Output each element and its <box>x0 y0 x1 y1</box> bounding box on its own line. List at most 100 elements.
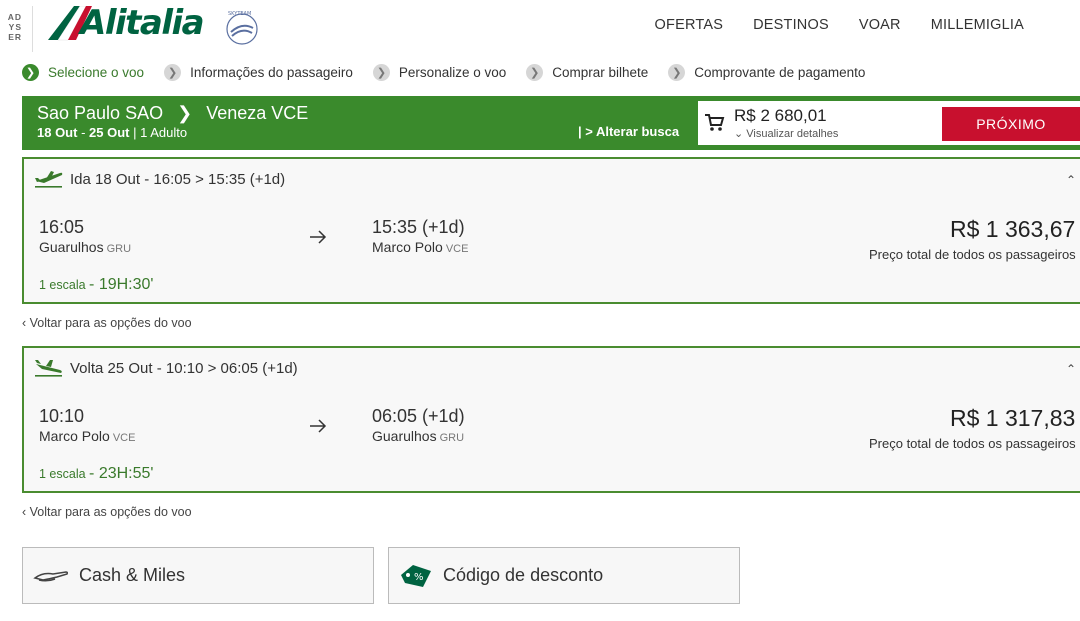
view-details-link[interactable]: ⌄ Visualizar detalhes <box>734 127 838 140</box>
route-origin: Sao Paulo SAO <box>37 103 164 123</box>
collapse-caret-icon[interactable]: ⌃ <box>1066 362 1076 376</box>
cash-and-miles-button[interactable]: Cash & Miles <box>22 547 374 604</box>
chevron-right-icon: ❯ <box>22 63 39 81</box>
nav-ofertas[interactable]: OFERTAS <box>655 17 724 33</box>
skyteam-logo-icon: SKYTEAM <box>226 11 258 45</box>
step-label: Informações do passageiro <box>190 64 353 80</box>
return-price: R$ 1 317,83 <box>950 405 1076 431</box>
change-search-link[interactable]: | > Alterar busca <box>578 124 679 139</box>
total-price: R$ 2 680,01 <box>734 106 827 125</box>
departure-airport: Marco Polo VCE <box>39 428 135 444</box>
date-return: 25 Out <box>89 125 130 140</box>
route-dates: 18 Out - 25 Out | 1 Adulto <box>37 125 187 140</box>
outbound-flight-header[interactable]: Ida 18 Out - 16:05 > 15:35 (+1d) <box>34 170 285 188</box>
step-label: Comprar bilhete <box>552 64 649 80</box>
back-link-label: Voltar para as opções do voo <box>29 316 192 330</box>
arrival-code: GRU <box>439 432 465 444</box>
svg-text:%: % <box>414 572 424 583</box>
nav-voar[interactable]: VOAR <box>859 17 901 33</box>
partner-logo-line: YS <box>8 22 22 32</box>
departure-code: GRU <box>106 243 132 255</box>
chevron-left-icon: ‹ <box>22 316 27 330</box>
arrival-airport: Marco Polo VCE <box>372 239 468 255</box>
header-divider <box>32 6 33 52</box>
step-passenger-info[interactable]: ❯ Informações do passageiro <box>164 63 353 81</box>
departure-time: 10:10 <box>39 406 85 426</box>
discount-tag-icon: % <box>399 563 433 589</box>
departure-airport: Guarulhos GRU <box>39 239 131 255</box>
flight-duration: 23H:55' <box>98 465 154 482</box>
return-stops: 1 escala - 23H:55' <box>39 465 154 482</box>
collapse-caret-icon[interactable]: ⌃ <box>1066 173 1076 187</box>
step-label: Selecione o voo <box>48 64 145 80</box>
arrival-time: 15:35 (+1d) <box>372 217 465 237</box>
plane-landing-icon <box>35 360 62 377</box>
main-nav: OFERTAS DESTINOS VOAR MILLEMIGLIA <box>655 17 1024 33</box>
back-link-label: Voltar para as opções do voo <box>29 505 192 519</box>
outbound-stops: 1 escala - 19H:30' <box>39 276 154 293</box>
partner-logo-line: AD <box>7 12 22 22</box>
cart-icon <box>705 114 725 131</box>
nav-millemiglia[interactable]: MILLEMIGLIA <box>931 17 1024 33</box>
arrival-code: VCE <box>445 243 469 255</box>
price-note: Preço total de todos os passageiros <box>869 436 1076 451</box>
date-outbound: 18 Out <box>37 125 78 140</box>
stops-count: 1 escala <box>39 467 86 481</box>
step-label: Personalize o voo <box>398 64 507 80</box>
view-details-label: Visualizar detalhes <box>746 128 839 140</box>
skyteam-logo-text: SKYTEAM <box>228 11 251 17</box>
chevron-right-icon: ❯ <box>668 63 686 81</box>
price-note: Preço total de todos os passageiros <box>869 247 1076 262</box>
plane-takeoff-icon <box>35 171 63 188</box>
back-to-flight-options-link[interactable]: ‹ Voltar para as opções do voo <box>22 316 192 330</box>
outbound-header-text: Ida 18 Out - 16:05 > 15:35 (+1d) <box>70 170 286 188</box>
back-to-flight-options-link[interactable]: ‹ Voltar para as opções do voo <box>22 505 192 519</box>
booking-page: AD YS ER Alitalia SKYTEAM OFERTAS DESTIN… <box>0 0 1080 621</box>
alitalia-logo[interactable]: Alitalia <box>80 3 205 43</box>
chevron-right-icon: ❯ <box>177 103 193 123</box>
departure-city: Guarulhos <box>39 239 104 255</box>
discount-code-label: Código de desconto <box>443 565 604 585</box>
etihad-partner-logo: AD YS ER <box>0 12 22 42</box>
partner-logo-line: ER <box>8 32 22 42</box>
departure-city: Marco Polo <box>39 428 110 444</box>
route-destination: Veneza VCE <box>206 103 309 123</box>
chevron-right-icon: ❯ <box>372 63 390 81</box>
step-customize-flight[interactable]: ❯ Personalize o voo <box>372 63 507 81</box>
arrival-airport: Guarulhos GRU <box>372 428 464 444</box>
route-summary-bar: Sao Paulo SAO ❯ Veneza VCE 18 Out - 25 Out… <box>22 96 1080 150</box>
return-flight-card[interactable]: Volta 25 Out - 10:10 > 06:05 (+1d) ⌃ 10:… <box>22 346 1080 493</box>
arrival-city: Marco Polo <box>372 239 443 255</box>
outbound-price: R$ 1 363,67 <box>950 216 1076 242</box>
booking-steps: ❯ Selecione o voo ❯ Informações do passa… <box>22 62 885 82</box>
nav-destinos[interactable]: DESTINOS <box>753 17 829 33</box>
chevron-down-icon: ⌄ <box>734 128 744 140</box>
chevron-right-icon: ❯ <box>164 63 182 81</box>
step-select-flight[interactable]: ❯ Selecione o voo <box>22 63 145 81</box>
stops-count: 1 escala <box>39 278 86 292</box>
step-buy-ticket[interactable]: ❯ Comprar bilhete <box>526 63 649 81</box>
arrow-right-icon <box>310 419 327 433</box>
chevron-left-icon: ‹ <box>22 505 27 519</box>
hand-card-icon <box>33 566 69 586</box>
site-header: AD YS ER Alitalia SKYTEAM OFERTAS DESTIN… <box>0 0 1080 55</box>
arrival-city: Guarulhos <box>372 428 437 444</box>
next-button[interactable]: PRÓXIMO <box>942 107 1080 141</box>
return-header-text: Volta 25 Out - 10:10 > 06:05 (+1d) <box>70 359 298 377</box>
arrow-right-icon <box>310 230 327 244</box>
step-payment-receipt[interactable]: ❯ Comprovante de pagamento <box>668 63 866 81</box>
route-title: Sao Paulo SAO ❯ Veneza VCE <box>37 103 308 124</box>
departure-code: VCE <box>112 432 136 444</box>
arrival-time: 06:05 (+1d) <box>372 406 465 426</box>
cash-and-miles-label: Cash & Miles <box>79 565 186 585</box>
chevron-right-icon: ❯ <box>526 63 544 81</box>
step-label: Comprovante de pagamento <box>694 64 866 80</box>
date-separator: - <box>77 125 90 140</box>
flight-duration: 19H:30' <box>98 276 154 293</box>
return-flight-header[interactable]: Volta 25 Out - 10:10 > 06:05 (+1d) <box>34 359 298 377</box>
departure-time: 16:05 <box>39 217 85 237</box>
total-price-box: R$ 2 680,01 ⌄ Visualizar detalhes PRÓXIM… <box>698 101 1080 145</box>
discount-code-button[interactable]: % Código de desconto <box>388 547 740 604</box>
outbound-flight-card[interactable]: Ida 18 Out - 16:05 > 15:35 (+1d) ⌃ 16:05… <box>22 157 1080 304</box>
passenger-count: | 1 Adulto <box>129 125 188 140</box>
